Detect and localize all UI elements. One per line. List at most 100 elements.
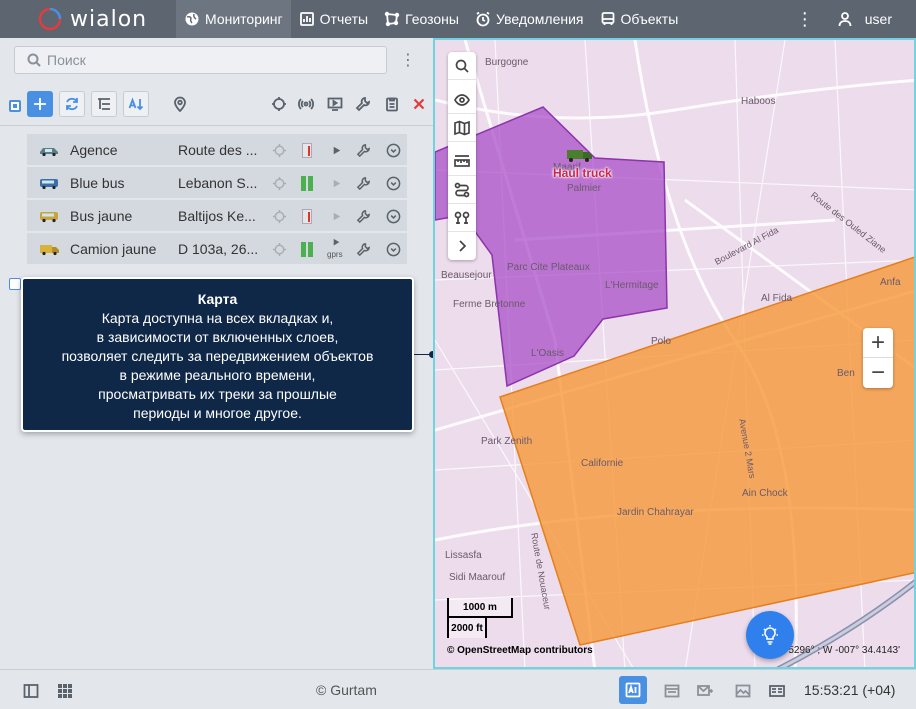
unit-row[interactable]: Blue bus Lebanon S...	[27, 167, 407, 198]
user-icon	[838, 12, 852, 27]
expand-toolbar-button[interactable]	[448, 232, 476, 260]
signal-icon[interactable]	[297, 95, 315, 113]
server-clock: 15:53:21 (+04)	[804, 682, 896, 698]
search-placeholder: Поиск	[47, 52, 86, 68]
refresh-button[interactable]	[59, 91, 85, 117]
logo[interactable]: wialon	[0, 0, 176, 38]
video-icon[interactable]	[326, 95, 344, 113]
clipboard-icon[interactable]	[383, 95, 401, 113]
map-layers-button[interactable]	[448, 114, 476, 142]
unit-checkbox[interactable]	[9, 278, 21, 290]
unit-menu-chevron-icon[interactable]	[385, 175, 401, 191]
map-icon	[454, 120, 470, 135]
ai-icon	[625, 682, 641, 698]
location-filter-icon[interactable]	[171, 95, 189, 113]
zoom-out-button[interactable]: −	[863, 358, 893, 388]
nav-geofences-label: Геозоны	[405, 11, 459, 27]
nav-monitoring-label: Мониторинг	[205, 11, 283, 27]
unit-menu-chevron-icon[interactable]	[385, 208, 401, 224]
alarm-clock-icon	[476, 11, 490, 27]
tooltip-line: Карта доступна на всех вкладках и,	[101, 310, 334, 326]
sort-button[interactable]	[123, 91, 149, 117]
delete-icon[interactable]	[410, 95, 428, 113]
unit-address: Baltijos Ke...	[178, 207, 256, 224]
map-toolbar	[448, 52, 476, 260]
panel-layout-icon[interactable]	[22, 682, 40, 700]
unit-wrench-icon[interactable]	[355, 175, 371, 191]
play-track-icon[interactable]	[328, 208, 344, 224]
place-name: Parc Cite Plateaux	[507, 262, 590, 273]
unit-name: Bus jaune	[70, 207, 133, 224]
locate-unit-icon[interactable]	[271, 175, 287, 191]
nav-notifications[interactable]: Уведомления	[467, 0, 592, 38]
zoom-controls: + −	[863, 328, 893, 388]
messages-icon[interactable]	[663, 682, 681, 700]
unit-wrench-icon[interactable]	[355, 241, 371, 257]
logo-text: wialon	[70, 6, 148, 32]
geofence-icon	[384, 11, 400, 27]
zoom-in-button[interactable]: +	[863, 328, 893, 358]
trips-button[interactable]	[448, 204, 476, 232]
toolbar-divider	[0, 125, 433, 126]
unit-menu-chevron-icon[interactable]	[385, 142, 401, 158]
search-icon	[27, 53, 41, 67]
unit-row[interactable]: Agence Route des ...	[27, 134, 407, 165]
map-hint-tooltip: Карта Карта доступна на всех вкладках и,…	[21, 277, 414, 432]
unit-row[interactable]: Bus jaune Baltijos Ke...	[27, 200, 407, 231]
log-icon[interactable]	[768, 682, 786, 700]
map-attribution[interactable]: © OpenStreetMap contributors	[447, 645, 593, 656]
unit-row[interactable]: Camion jaune D 103a, 26... gprs	[27, 233, 407, 264]
report-icon	[299, 12, 314, 26]
ruler-button[interactable]	[448, 148, 476, 176]
search-input[interactable]: Поиск	[14, 46, 387, 74]
place-name: Burgogne	[485, 57, 529, 68]
play-track-icon[interactable]	[328, 142, 344, 158]
map-visibility-button[interactable]	[448, 86, 476, 114]
ruler-icon	[454, 154, 470, 167]
add-unit-button[interactable]	[27, 91, 53, 117]
tips-button[interactable]	[746, 611, 794, 659]
place-name: Park Zenith	[481, 436, 533, 447]
scale-imperial: 2000 ft	[447, 618, 487, 638]
play-track-icon[interactable]	[328, 175, 344, 191]
map-search-button[interactable]	[448, 52, 476, 80]
nav-monitoring[interactable]: Мониторинг	[176, 0, 291, 38]
nav-units[interactable]: Объекты	[592, 0, 687, 38]
ai-assistant-button[interactable]	[619, 676, 647, 704]
battery-icon	[299, 241, 315, 257]
unit-wrench-icon[interactable]	[355, 208, 371, 224]
battery-icon	[299, 208, 315, 224]
top-menu-kebab-icon[interactable]: ⋮	[785, 9, 825, 30]
unit-name: Agence	[70, 141, 118, 158]
place-name: L'Oasis	[531, 348, 565, 359]
locate-unit-icon[interactable]	[271, 241, 287, 257]
scale-metric: 1000 m	[447, 598, 513, 618]
image-icon[interactable]	[734, 682, 752, 700]
place-name: Haboos	[741, 96, 776, 107]
map-unit-label[interactable]: Haul truck	[553, 166, 612, 180]
copyright: © Gurtam	[316, 682, 377, 698]
tooltip-line: периоды и многое другое.	[133, 405, 302, 421]
route-button[interactable]	[448, 176, 476, 204]
user-menu[interactable]: user	[825, 11, 916, 27]
nav-reports-label: Отчеты	[319, 11, 369, 27]
apps-grid-icon[interactable]	[56, 682, 74, 700]
map[interactable]: Burgogne Maarif Palmier Parc Cite Platea…	[433, 38, 916, 669]
group-toggle-button[interactable]	[91, 91, 117, 117]
unit-address: Lebanon S...	[178, 174, 258, 191]
locate-unit-icon[interactable]	[271, 208, 287, 224]
truck-icon	[39, 244, 59, 255]
locate-unit-icon[interactable]	[271, 142, 287, 158]
unit-menu-chevron-icon[interactable]	[385, 241, 401, 257]
unit-wrench-icon[interactable]	[355, 142, 371, 158]
units-toolbar	[0, 90, 433, 120]
nav-reports[interactable]: Отчеты	[291, 0, 376, 38]
wrench-icon[interactable]	[354, 95, 372, 113]
globe-icon	[185, 12, 199, 26]
nav-geofences[interactable]: Геозоны	[376, 0, 467, 38]
crosshair-icon[interactable]	[270, 95, 288, 113]
search-kebab-icon[interactable]: ⋮	[400, 50, 416, 70]
user-name: user	[864, 11, 892, 27]
select-all-checkbox[interactable]	[9, 100, 21, 112]
mail-icon[interactable]	[696, 682, 714, 700]
